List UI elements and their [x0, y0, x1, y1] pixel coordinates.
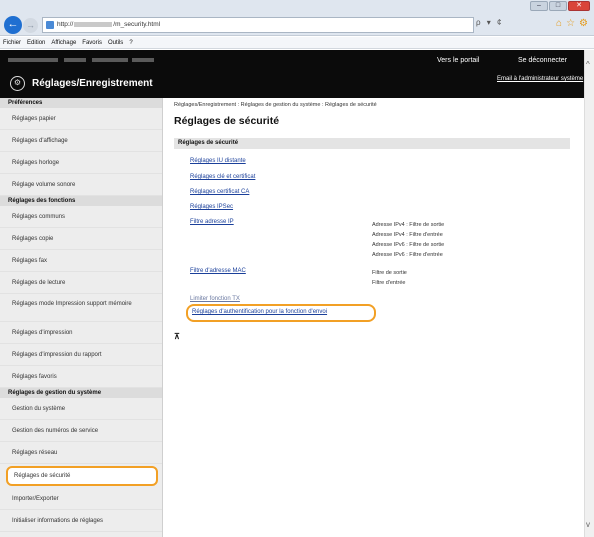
address-bar[interactable]: http:// /m_security.html	[42, 17, 474, 33]
sidebar-item-volume[interactable]: Réglage volume sonore	[0, 174, 162, 196]
sidebar-group-system: Réglages de gestion du système	[0, 388, 162, 398]
sidebar-item-fax[interactable]: Réglages fax	[0, 250, 162, 272]
tx-restriction-link[interactable]: Limiter fonction TX	[190, 296, 240, 302]
maximize-icon[interactable]: □	[549, 1, 567, 11]
home-icon[interactable]: ⌂	[556, 18, 562, 29]
url-prefix: http://	[57, 21, 74, 28]
sidebar-item-favorites[interactable]: Réglages favoris	[0, 366, 162, 388]
settings-logo-icon: ⚙	[10, 76, 25, 91]
window-titlebar: – □ ✕	[0, 0, 594, 14]
blurred-device-name	[132, 58, 154, 62]
menu-favorites[interactable]: Favoris	[82, 40, 102, 46]
ip-address-filter-link[interactable]: Filtre adresse IP	[190, 219, 234, 225]
close-icon[interactable]: ✕	[568, 1, 590, 11]
page-header: ⚙ Réglages/Enregistrement Vers le portai…	[0, 50, 584, 98]
menu-view[interactable]: Affichage	[51, 40, 76, 46]
menu-bar: Fichier Edition Affichage Favoris Outils…	[0, 37, 594, 49]
page-title: Réglages de sécurité	[174, 115, 280, 127]
sidebar-group-functions: Réglages des fonctions	[0, 196, 162, 206]
ipsec-settings-link[interactable]: Réglages IPSec	[190, 204, 233, 210]
address-tools[interactable]: ρ ▾ ¢	[476, 18, 503, 27]
blurred-device-name	[92, 58, 128, 62]
ip-filter-status: Adresse IPv4 : Filtre de sortie	[372, 222, 445, 228]
browser-toolbar-icons: ⌂ ☆ ⚙	[556, 18, 588, 29]
scroll-up-icon[interactable]: ^	[586, 60, 590, 69]
menu-edit[interactable]: Edition	[27, 40, 45, 46]
sidebar-item-display[interactable]: Réglages d'affichage	[0, 130, 162, 152]
sidebar-item-report-print[interactable]: Réglages d'impression du rapport	[0, 344, 162, 366]
forward-arrow-icon[interactable]: →	[23, 18, 38, 33]
sidebar-item-copy[interactable]: Réglages copie	[0, 228, 162, 250]
email-admin-link[interactable]: Email à l'administrateur système	[497, 76, 583, 82]
sidebar-item-security[interactable]: Réglages de sécurité	[6, 466, 158, 486]
mac-filter-status: Filtre de sortie	[372, 270, 407, 276]
mac-address-filter-link[interactable]: Filtre d'adresse MAC	[190, 268, 246, 274]
settings-gear-icon[interactable]: ⚙	[579, 18, 588, 29]
app-title: Réglages/Enregistrement	[32, 78, 153, 89]
favorites-star-icon[interactable]: ☆	[566, 18, 575, 29]
sidebar-item-scan[interactable]: Réglages de lecture	[0, 272, 162, 294]
logout-link[interactable]: Se déconnecter	[518, 57, 567, 64]
back-arrow-icon[interactable]: ←	[4, 16, 22, 34]
key-certificate-link[interactable]: Réglages clé et certificat	[190, 174, 255, 180]
sidebar-item-memory-print[interactable]: Réglages mode Impression support mémoire	[0, 294, 162, 322]
ip-filter-status: Adresse IPv6 : Filtre d'entrée	[372, 252, 443, 258]
section-header: Réglages de sécurité	[174, 138, 570, 149]
sidebar-item-clock[interactable]: Réglages horloge	[0, 152, 162, 174]
sidebar-item-initialize[interactable]: Initialiser informations de réglages	[0, 510, 162, 532]
portal-link[interactable]: Vers le portail	[437, 57, 479, 64]
minimize-icon[interactable]: –	[530, 1, 548, 11]
navigation-bar: ← → http:// /m_security.html ρ ▾ ¢ ⌂ ☆ ⚙	[0, 14, 594, 36]
blurred-host	[74, 21, 113, 27]
sidebar-group-preferences: Préférences	[0, 98, 162, 108]
sidebar-item-system-management[interactable]: Gestion du système	[0, 398, 162, 420]
send-authentication-link[interactable]: Réglages d'authentification pour la fonc…	[192, 309, 327, 315]
scroll-down-icon[interactable]: v	[586, 520, 590, 529]
sidebar-item-network[interactable]: Réglages réseau	[0, 442, 162, 464]
ip-filter-status: Adresse IPv4 : Filtre d'entrée	[372, 232, 443, 238]
sidebar-item-print[interactable]: Réglages d'impression	[0, 322, 162, 344]
sidebar: Préférences Réglages papier Réglages d'a…	[0, 98, 163, 537]
menu-file[interactable]: Fichier	[3, 40, 21, 46]
sidebar-item-department-id[interactable]: Gestion des numéros de service	[0, 420, 162, 442]
mac-filter-status: Filtre d'entrée	[372, 280, 406, 286]
window-controls: – □ ✕	[530, 1, 590, 11]
blurred-device-name	[64, 58, 86, 62]
url-suffix: /m_security.html	[113, 21, 161, 28]
sidebar-item-paper[interactable]: Réglages papier	[0, 108, 162, 130]
ca-certificate-link[interactable]: Réglages certificat CA	[190, 189, 249, 195]
remote-ui-settings-link[interactable]: Réglages IU distante	[190, 158, 246, 164]
breadcrumb: Réglages/Enregistrement : Réglages de ge…	[174, 102, 377, 108]
sidebar-item-common[interactable]: Réglages communs	[0, 206, 162, 228]
ip-filter-status: Adresse IPv6 : Filtre de sortie	[372, 242, 445, 248]
back-to-top-icon[interactable]: ⊼	[174, 332, 180, 341]
vertical-scrollbar[interactable]: ^ v	[584, 50, 594, 537]
sidebar-item-import-export[interactable]: Importer/Exporter	[0, 488, 162, 510]
page-icon	[46, 21, 54, 29]
send-authentication-highlight[interactable]: Réglages d'authentification pour la fonc…	[186, 304, 376, 322]
menu-help[interactable]: ?	[129, 40, 132, 46]
blurred-device-name	[8, 58, 58, 62]
menu-tools[interactable]: Outils	[108, 40, 123, 46]
